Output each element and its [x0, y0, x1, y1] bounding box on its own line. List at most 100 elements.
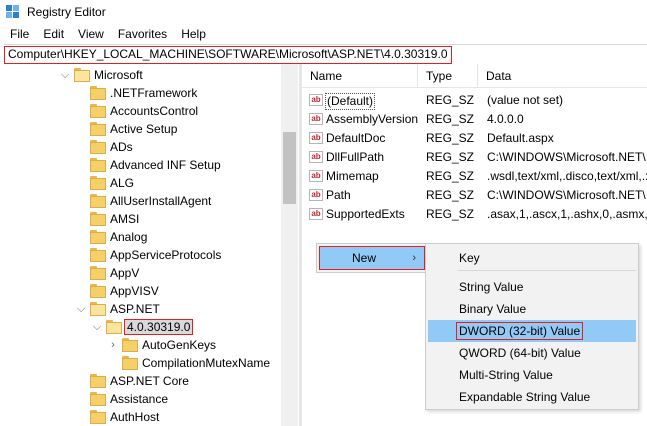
tree-item-label: Assistance [110, 392, 169, 406]
list-row-default[interactable]: ab (Default) REG_SZ (value not set) [302, 91, 647, 110]
menu-item-string-value[interactable]: String Value [428, 276, 636, 298]
registry-tree[interactable]: ⌵ Microsoft .NETFramework AccountsContro… [0, 64, 301, 426]
value-name: DllFullPath [326, 150, 385, 164]
tree-item-ads[interactable]: ADs [0, 138, 280, 156]
scrollbar-thumb[interactable] [283, 132, 296, 204]
value-data: C:\WINDOWS\Microsoft.NET\ [487, 150, 646, 164]
tree-item-aspnet-core[interactable]: ASP.NET Core [0, 372, 280, 390]
tree-item-label: AppVISV [110, 284, 159, 298]
tree-item-label: Active Setup [110, 122, 178, 136]
tree-item-aspnet[interactable]: ⌵ ASP.NET [0, 300, 280, 318]
tree-item-4-0-30319-0[interactable]: ⌵ 4.0.30319.0 [0, 318, 280, 336]
folder-open-icon [74, 68, 90, 82]
folder-icon [122, 338, 138, 352]
column-header-name[interactable]: Name [302, 64, 418, 88]
folder-icon [90, 140, 106, 154]
value-data: (value not set) [487, 93, 564, 107]
address-bar[interactable]: Computer\HKEY_LOCAL_MACHINE\SOFTWARE\Mic… [4, 44, 647, 64]
tree-item-compilationmutexname[interactable]: CompilationMutexName [0, 354, 280, 372]
string-value-icon: ab [309, 132, 323, 144]
menu-item-binary-value[interactable]: Binary Value [428, 298, 636, 320]
chevron-down-icon[interactable]: ⌵ [60, 69, 70, 81]
folder-icon [90, 86, 106, 100]
tree-item-label: .NETFramework [110, 86, 198, 100]
folder-icon [90, 212, 106, 226]
menu-view[interactable]: View [71, 24, 111, 44]
registry-editor-icon [6, 5, 20, 19]
value-type: REG_SZ [426, 131, 475, 145]
tree-item-label: 4.0.30319.0 [124, 319, 194, 335]
tree-item-label: Advanced INF Setup [110, 158, 221, 172]
tree-item-analog[interactable]: Analog [0, 228, 280, 246]
tree-item-label: Analog [110, 230, 148, 244]
value-type: REG_SZ [426, 188, 475, 202]
folder-open-icon [90, 302, 106, 316]
folder-icon [90, 284, 106, 298]
list-row-assemblyversion[interactable]: ab AssemblyVersion REG_SZ 4.0.0.0 [302, 110, 647, 129]
folder-icon [90, 230, 106, 244]
tree-item-active-setup[interactable]: Active Setup [0, 120, 280, 138]
folder-icon [90, 104, 106, 118]
menu-favorites[interactable]: Favorites [111, 24, 174, 44]
address-path[interactable]: Computer\HKEY_LOCAL_MACHINE\SOFTWARE\Mic… [4, 46, 452, 64]
context-menu: New › [316, 243, 428, 273]
value-data: .asax,1,.ascx,1,.ashx,0,.asmx,0,.a [487, 207, 647, 221]
menu-item-multi-string-value[interactable]: Multi-String Value [428, 364, 636, 386]
menu-edit[interactable]: Edit [36, 24, 71, 44]
tree-item-alg[interactable]: ALG [0, 174, 280, 192]
value-name: SupportedExts [326, 207, 405, 221]
tree-item-advanced-inf-setup[interactable]: Advanced INF Setup [0, 156, 280, 174]
menu-item-expandable-string-value[interactable]: Expandable String Value [428, 386, 636, 408]
tree-item-label: Microsoft [94, 68, 143, 82]
list-row-defaultdoc[interactable]: ab DefaultDoc REG_SZ Default.aspx [302, 129, 647, 148]
menu-item-new[interactable]: New › [319, 246, 425, 270]
tree-item-label: CompilationMutexName [142, 356, 271, 370]
tree-item-label: AutoGenKeys [142, 338, 217, 352]
tree-item-label: AllUserInstallAgent [110, 194, 212, 208]
tree-item-label: ADs [110, 140, 133, 154]
tree-scrollbar[interactable] [281, 64, 298, 426]
menu-file[interactable]: File [0, 24, 36, 44]
column-header-data[interactable]: Data [478, 64, 647, 88]
value-name: Mimemap [326, 169, 379, 183]
column-header-type[interactable]: Type [418, 64, 478, 88]
tree-item-accountscontrol[interactable]: AccountsControl [0, 102, 280, 120]
new-submenu: Key String Value Binary Value DWORD (32-… [425, 243, 639, 410]
tree-item-appserviceprotocols[interactable]: AppServiceProtocols [0, 246, 280, 264]
tree-item-label: AuthHost [110, 410, 160, 424]
list-row-path[interactable]: ab Path REG_SZ C:\WINDOWS\Microsoft.NET\ [302, 186, 647, 205]
tree-item-autogenkeys[interactable]: › AutoGenKeys [0, 336, 280, 354]
chevron-right-icon[interactable]: › [108, 339, 118, 351]
tree-item-appvisv[interactable]: AppVISV [0, 282, 280, 300]
tree-item-amsi[interactable]: AMSI [0, 210, 280, 228]
tree-item-appv[interactable]: AppV [0, 264, 280, 282]
tree-item-label: AppV [110, 266, 140, 280]
list-row-supportedexts[interactable]: ab SupportedExts REG_SZ .asax,1,.ascx,1,… [302, 205, 647, 224]
menu-item-label: DWORD (32-bit) Value [456, 322, 584, 340]
list-row-dllfullpath[interactable]: ab DllFullPath REG_SZ C:\WINDOWS\Microso… [302, 148, 647, 167]
folder-icon [90, 194, 106, 208]
menu-help[interactable]: Help [174, 24, 213, 44]
tree-item-label: ASP.NET [110, 302, 160, 316]
list-header: Name Type Data [302, 64, 647, 88]
tree-item-netframework[interactable]: .NETFramework [0, 84, 280, 102]
value-data: .wsdl,text/xml,.disco,text/xml,.: [487, 169, 647, 183]
string-value-icon: ab [309, 208, 323, 220]
menu-item-dword-value[interactable]: DWORD (32-bit) Value [428, 320, 636, 342]
folder-icon [90, 158, 106, 172]
value-name: AssemblyVersion [326, 112, 419, 126]
tree-item-microsoft[interactable]: ⌵ Microsoft [0, 66, 280, 84]
menu-item-label: New [352, 251, 377, 265]
tree-item-label: AppServiceProtocols [110, 248, 222, 262]
folder-icon [90, 122, 106, 136]
chevron-down-icon[interactable]: ⌵ [76, 303, 86, 315]
tree-item-authhost[interactable]: AuthHost [0, 408, 280, 426]
menu-item-key[interactable]: Key [428, 247, 636, 269]
list-row-mimemap[interactable]: ab Mimemap REG_SZ .wsdl,text/xml,.disco,… [302, 167, 647, 186]
chevron-down-icon[interactable]: ⌵ [92, 321, 102, 333]
menu-item-qword-value[interactable]: QWORD (64-bit) Value [428, 342, 636, 364]
tree-item-alluserinstallagent[interactable]: AllUserInstallAgent [0, 192, 280, 210]
tree-item-assistance[interactable]: Assistance [0, 390, 280, 408]
value-type: REG_SZ [426, 93, 475, 107]
value-name: DefaultDoc [326, 131, 386, 145]
